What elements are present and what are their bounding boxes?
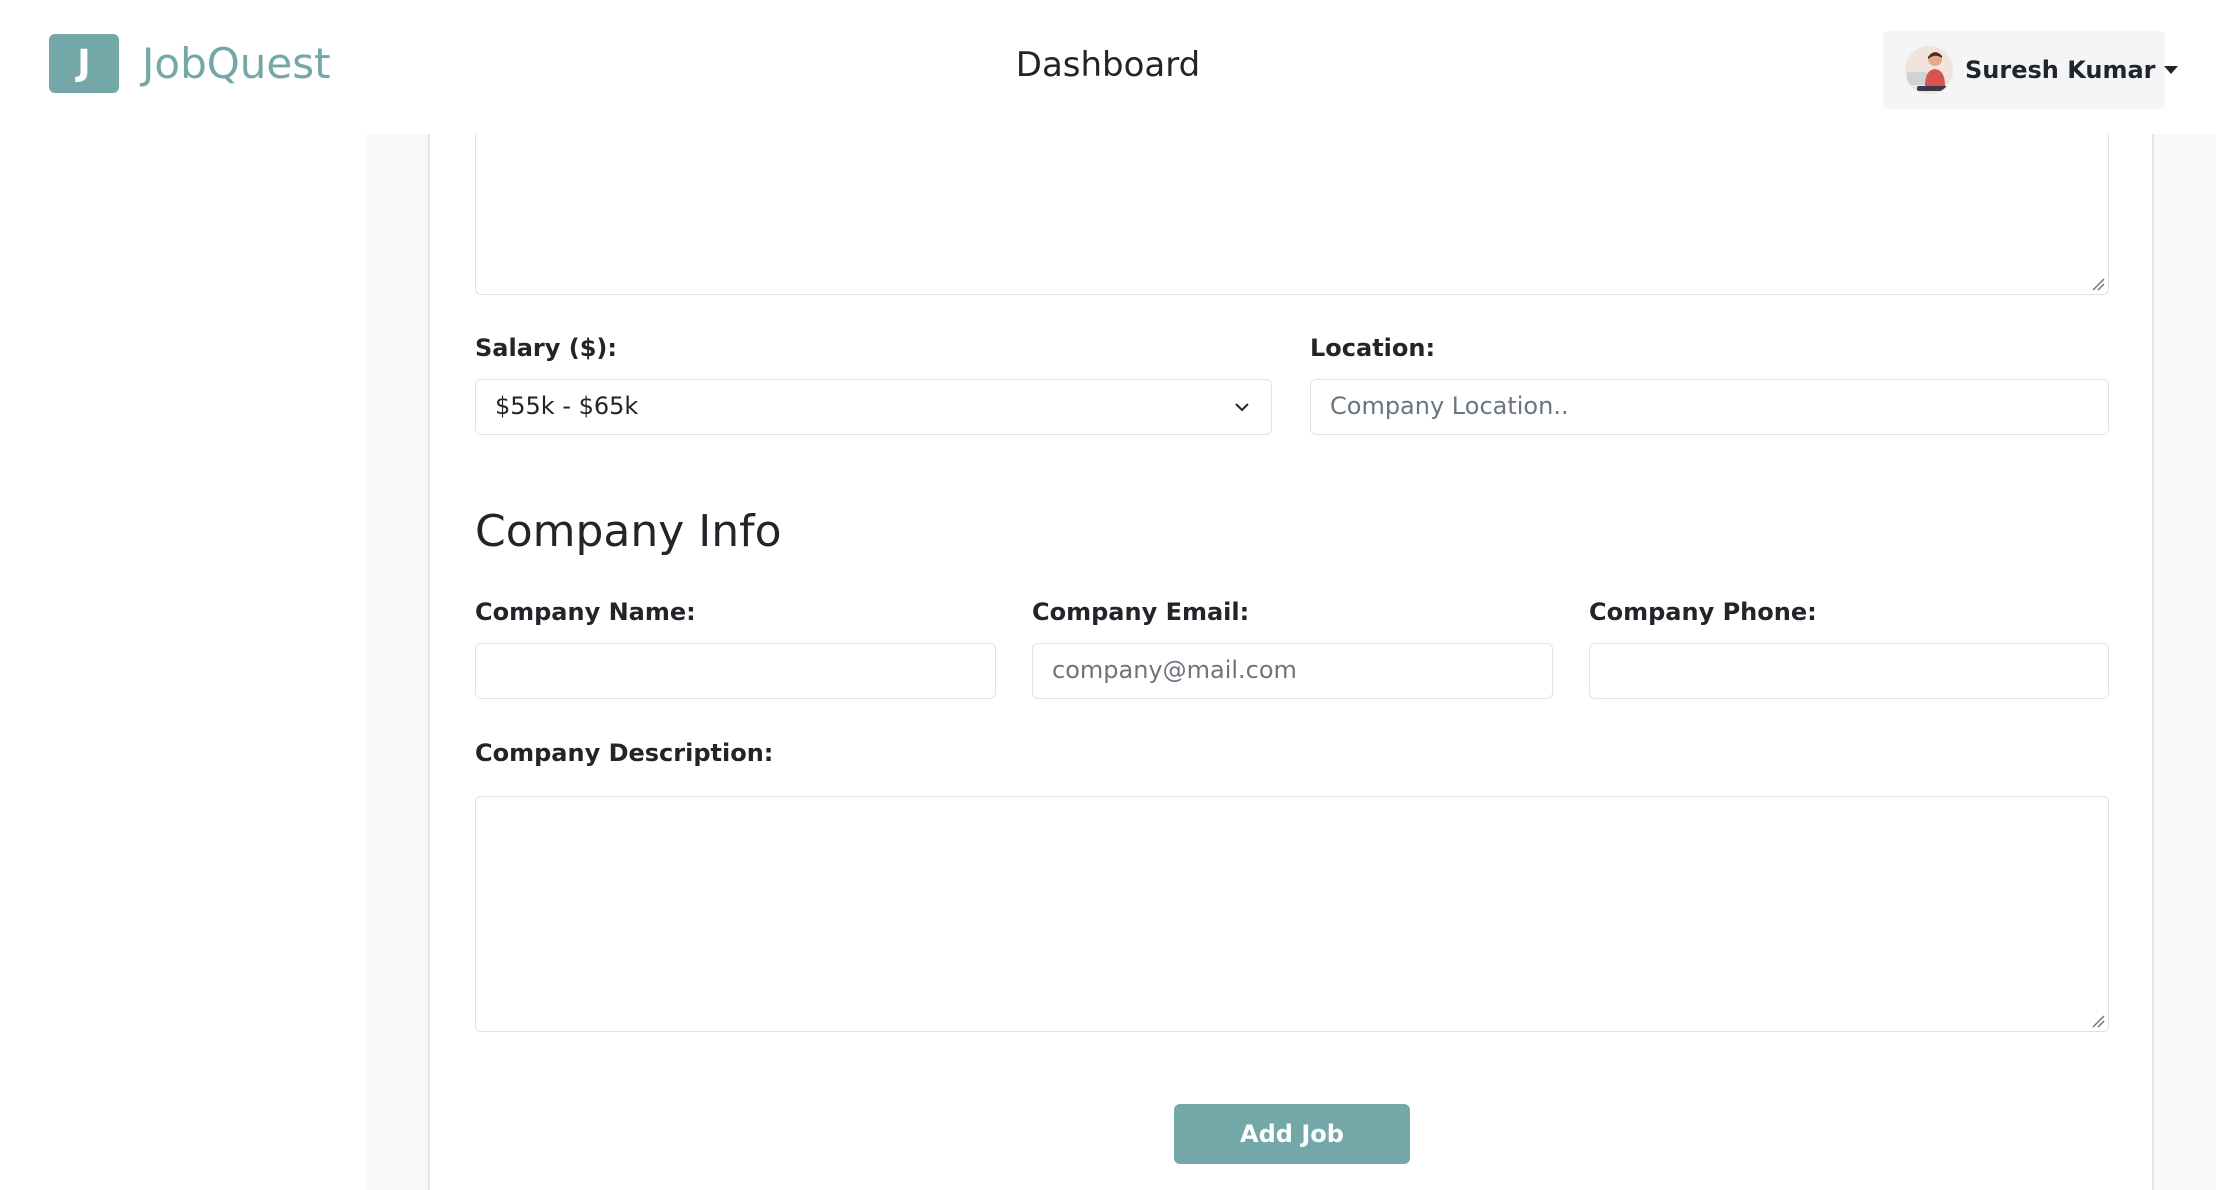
content-gutter-right — [2154, 134, 2216, 1190]
salary-select[interactable]: $55k - $65k — [475, 379, 1272, 435]
chevron-down-icon — [1235, 403, 1249, 412]
page-title: Dashboard — [1015, 45, 1201, 85]
company-name-input[interactable] — [475, 643, 996, 699]
company-email-label: Company Email: — [1032, 598, 1250, 626]
company-email-input[interactable]: company@mail.com — [1032, 643, 1553, 699]
company-email-placeholder: company@mail.com — [1052, 656, 1297, 684]
app-name[interactable]: JobQuest — [142, 36, 331, 92]
add-job-button[interactable]: Add Job — [1174, 1104, 1410, 1164]
avatar — [1905, 46, 1953, 94]
caret-down-icon — [2163, 66, 2178, 74]
job-description-textarea[interactable] — [475, 110, 2109, 295]
company-info-heading: Company Info — [475, 506, 782, 557]
company-description-label: Company Description: — [475, 739, 774, 767]
company-description-textarea[interactable] — [475, 796, 2109, 1032]
user-name: Suresh Kumar — [1965, 56, 2156, 84]
company-phone-label: Company Phone: — [1589, 598, 1817, 626]
location-label: Location: — [1310, 334, 1436, 362]
resize-handle-icon[interactable] — [2091, 277, 2105, 291]
company-phone-input[interactable] — [1589, 643, 2109, 699]
salary-label: Salary ($): — [475, 334, 617, 362]
logo-letter: J — [77, 43, 91, 84]
top-navbar: J JobQuest Dashboard Suresh Kumar — [0, 0, 2216, 134]
logo-icon[interactable]: J — [49, 34, 119, 93]
salary-selected-value: $55k - $65k — [495, 392, 639, 420]
user-menu-dropdown[interactable]: Suresh Kumar — [1883, 31, 2178, 109]
add-job-label: Add Job — [1240, 1120, 1344, 1148]
location-input[interactable]: Company Location.. — [1310, 379, 2109, 435]
resize-handle-icon[interactable] — [2091, 1014, 2105, 1028]
content-gutter-left — [366, 134, 428, 1190]
location-placeholder: Company Location.. — [1330, 392, 1569, 420]
company-name-label: Company Name: — [475, 598, 696, 626]
